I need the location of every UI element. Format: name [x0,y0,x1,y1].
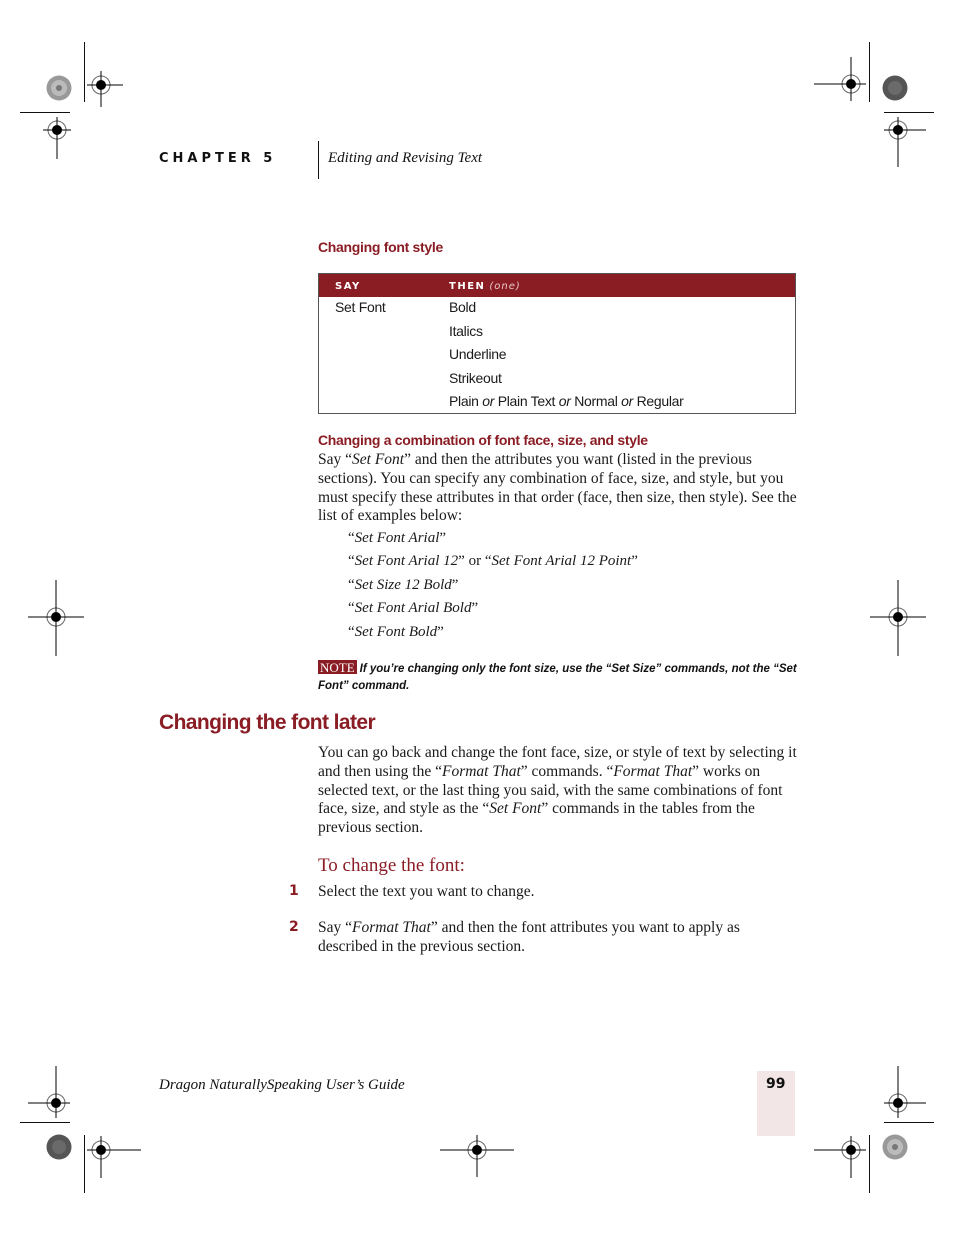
crop-mark [84,42,85,102]
quote: “ [348,600,355,617]
quote: ” [437,623,444,640]
command-text: Set Font [352,451,405,468]
say-cell: Set Font [335,299,386,315]
note-callout: NOTE If you’re changing only the font siz… [318,660,798,695]
or-text: or [482,393,495,409]
note-text: If you’re changing only the font size, u… [318,663,797,692]
example-item: “Set Font Arial 12” or “Set Font Arial 1… [348,553,638,576]
registration-target-icon [814,57,866,101]
examples-list: “Set Font Arial” “Set Font Arial 12” or … [348,530,638,647]
column-header-then-label: THEN [449,281,486,292]
subheading-font-style: Changing font style [318,239,443,255]
registration-target-icon [28,1066,70,1118]
example-command: Set Size 12 Bold [354,576,452,593]
text: ” commands. “ [520,762,614,780]
step-number: 2 [289,919,299,935]
quote: ” [451,576,459,593]
example-item: “Set Font Arial Bold” [348,600,638,623]
option-text: Plain Text [497,393,556,409]
text: Say “ [318,919,353,936]
or-text: or [621,393,633,409]
quote: “ [348,576,355,593]
crop-mark [869,42,870,102]
registration-target-icon [87,71,123,107]
option-text: Plain [449,393,479,409]
registration-target-icon [87,1136,141,1178]
chapter-label: CHAPTER 5 [159,151,277,166]
example-item: “Set Font Bold” [348,624,638,647]
step-text: Select the text you want to change. [318,883,535,900]
color-wheel-icon [46,1134,72,1160]
registration-target-icon [43,117,71,159]
crop-mark [869,1135,870,1193]
quote: “ [348,530,355,546]
example-command: Set Font Arial Bold [354,600,472,617]
column-header-then: THEN (one) [449,281,521,292]
column-header-say: SAY [335,281,361,292]
then-option: Plain or Plain Text or Normal or Regular [449,393,684,417]
header-divider [318,141,319,179]
table-header: SAY THEN (one) [319,274,795,297]
footer-book-title: Dragon NaturallySpeaking User’s Guide [159,1077,405,1093]
registration-target-icon [870,580,926,656]
crop-mark [84,1135,85,1193]
crop-mark [20,1122,70,1123]
then-option: Italics [449,322,483,339]
subheading-combination: Changing a combination of font face, siz… [318,432,648,448]
then-cell: Bold Italics Underline Strikeout Plain o… [449,299,684,417]
crop-mark [884,112,934,113]
registration-target-icon [28,580,84,656]
example-item: “Set Font Arial” [348,530,638,553]
registration-target-icon [814,1136,866,1178]
quote: “ [348,623,355,640]
note-badge: NOTE [318,660,357,675]
step-text: Say “Format That” and then the font attr… [318,919,788,957]
example-command: Set Font Bold [354,623,438,640]
column-header-then-note: (one) [489,281,521,292]
then-option: Bold [449,299,476,315]
combination-paragraph: Say “Set Font” and then the attributes y… [318,451,798,526]
step-number: 1 [289,883,299,899]
or-text: or [558,393,571,409]
quote: ” [458,553,465,570]
procedure-title: To change the font: [318,855,465,876]
quote: ” [471,600,479,617]
example-item: “Set Size 12 Bold” [348,577,638,600]
command-text: Set Font [489,800,542,818]
then-option: Strikeout [449,369,502,386]
color-wheel-icon [882,75,908,101]
registration-target-icon [884,117,926,167]
command-table: SAY THEN (one) Set Font Bold Italics Unde… [318,273,796,414]
example-command: Set Font Arial 12 Point [491,553,632,570]
text: Say “ [318,451,353,468]
or-text: or [468,553,482,570]
crop-mark [20,112,70,113]
crop-mark [884,1122,934,1123]
example-command: Set Font Arial [354,530,440,546]
quote: ” [631,553,638,570]
page-number: 99 [766,1076,786,1092]
command-text: Format That [352,919,431,936]
option-text: Normal [574,393,618,409]
quote: ” [439,530,447,546]
then-option: Underline [449,346,507,362]
example-command: Set Font Arial 12 [354,553,459,570]
section-heading: Changing the font later [159,711,376,734]
registration-target-icon [440,1135,514,1177]
option-text: Regular [636,393,684,409]
registration-target-icon [884,1066,926,1118]
quote: “ [484,553,492,570]
command-text: Format That [441,762,521,780]
running-header-title: Editing and Revising Text [328,150,483,166]
color-wheel-icon [882,1134,908,1160]
later-paragraph: You can go back and change the font face… [318,744,798,838]
color-wheel-icon [46,75,72,101]
command-text: Format That [613,762,693,780]
quote: “ [348,553,355,570]
